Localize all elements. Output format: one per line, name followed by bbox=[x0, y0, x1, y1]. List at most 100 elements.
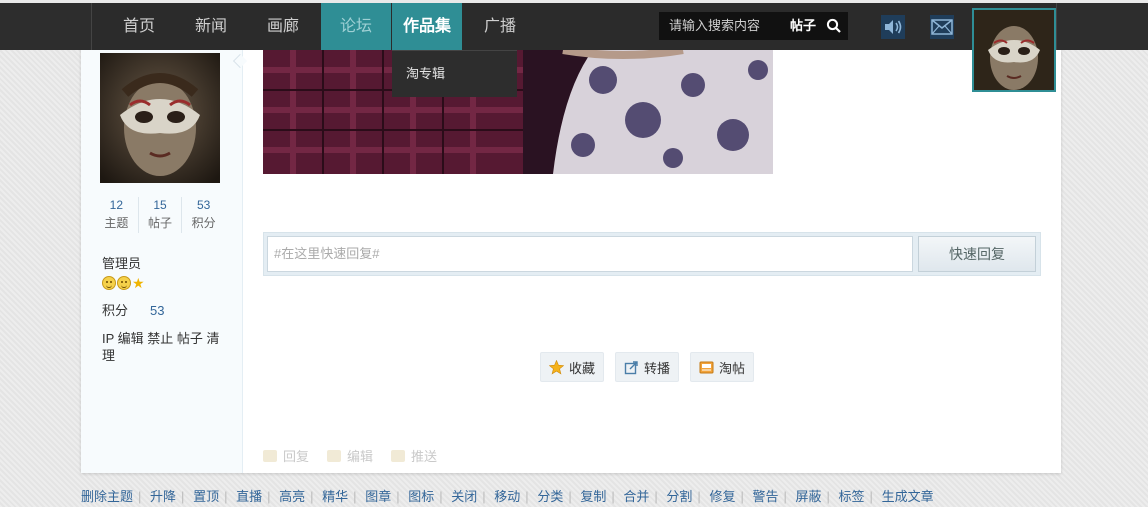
admin-links[interactable]: IP 编辑 禁止 帖子 清理 bbox=[102, 330, 232, 364]
mod-repair[interactable]: 修复 bbox=[709, 489, 735, 504]
edit-link[interactable]: 编辑 bbox=[327, 446, 373, 465]
smiley-badge-icon bbox=[117, 276, 131, 290]
mod-bump[interactable]: 升降 bbox=[150, 489, 176, 504]
separator: | bbox=[138, 489, 142, 504]
post-image bbox=[263, 50, 773, 174]
search-icon[interactable] bbox=[826, 18, 842, 34]
separator: | bbox=[482, 489, 486, 504]
post-footer-actions: 回复 编辑 推送 bbox=[263, 446, 437, 465]
separator: | bbox=[525, 489, 529, 504]
separator: | bbox=[783, 489, 787, 504]
separator: | bbox=[611, 489, 615, 504]
mod-icon[interactable]: 图标 bbox=[408, 489, 434, 504]
author-sidebar: 12 主题 15 帖子 53 积分 管理员 ★ 积分 53 IP 编辑 禁止 帖子… bbox=[81, 0, 248, 473]
reply-icon bbox=[263, 449, 277, 462]
user-badges: ★ bbox=[102, 276, 145, 290]
separator: | bbox=[654, 489, 658, 504]
nav-home[interactable]: 首页 bbox=[108, 3, 170, 50]
dropdown-item-album[interactable]: 淘专辑 bbox=[406, 51, 445, 97]
search-type-select[interactable]: 帖子 bbox=[790, 12, 816, 40]
stat-value: 53 bbox=[197, 198, 211, 212]
collect-label: 淘帖 bbox=[719, 360, 746, 376]
search-box[interactable]: 请输入搜索内容 帖子 bbox=[659, 12, 848, 40]
user-points: 积分 53 bbox=[102, 300, 164, 319]
nav-works[interactable]: 作品集 bbox=[392, 3, 462, 50]
author-avatar[interactable] bbox=[100, 53, 220, 183]
nav-inner: 首页 新闻 画廊 论坛 作品集 广播 请输入搜索内容 帖子 bbox=[91, 3, 1057, 50]
sidebar-pointer bbox=[232, 53, 248, 69]
stat-label: 帖子 bbox=[148, 216, 173, 230]
mod-move[interactable]: 移动 bbox=[494, 489, 520, 504]
moderation-bar: 删除主题 | 升降 | 置顶 | 直播 | 高亮 | 精华 | 图章 | 图标 | 关闭 | 移动… bbox=[81, 486, 934, 505]
reply-link[interactable]: 回复 bbox=[263, 446, 309, 465]
author-stats: 12 主题 15 帖子 53 积分 bbox=[95, 197, 225, 233]
mod-category[interactable]: 分类 bbox=[537, 489, 563, 504]
user-avatar[interactable] bbox=[972, 8, 1056, 92]
stat-points[interactable]: 53 积分 bbox=[181, 197, 225, 233]
favorite-button[interactable]: 收藏 bbox=[540, 352, 605, 382]
push-icon bbox=[391, 449, 406, 462]
star-badge-icon: ★ bbox=[132, 275, 145, 291]
collect-button[interactable]: 淘帖 bbox=[690, 352, 755, 382]
smiley-badge-icon bbox=[102, 276, 116, 290]
mod-merge[interactable]: 合并 bbox=[623, 489, 649, 504]
mod-stick[interactable]: 置顶 bbox=[193, 489, 219, 504]
post-actions: 收藏 转播 淘帖 bbox=[540, 352, 755, 382]
mod-copy[interactable]: 复制 bbox=[580, 489, 606, 504]
points-value: 53 bbox=[150, 303, 165, 318]
quick-reply-button[interactable]: 快速回复 bbox=[918, 236, 1036, 272]
share-label: 转播 bbox=[644, 360, 671, 376]
mod-warn[interactable]: 警告 bbox=[752, 489, 778, 504]
separator: | bbox=[181, 489, 185, 504]
separator: | bbox=[740, 489, 744, 504]
works-dropdown: 淘专辑 bbox=[392, 50, 517, 97]
nav-gallery[interactable]: 画廊 bbox=[252, 3, 314, 50]
nav-news[interactable]: 新闻 bbox=[180, 3, 242, 50]
mod-highlight[interactable]: 高亮 bbox=[279, 489, 305, 504]
stat-label: 积分 bbox=[191, 216, 216, 230]
favorite-label: 收藏 bbox=[569, 360, 596, 376]
separator: | bbox=[396, 489, 400, 504]
edit-icon bbox=[327, 449, 342, 462]
stat-label: 主题 bbox=[104, 216, 129, 230]
top-nav: 首页 新闻 画廊 论坛 作品集 广播 请输入搜索内容 帖子 bbox=[0, 0, 1148, 92]
search-input[interactable]: 请输入搜索内容 bbox=[669, 12, 760, 40]
separator: | bbox=[568, 489, 572, 504]
separator: | bbox=[353, 489, 357, 504]
separator: | bbox=[826, 489, 830, 504]
quick-reply: #在这里快速回复# 快速回复 bbox=[263, 232, 1041, 276]
mod-digest[interactable]: 精华 bbox=[322, 489, 348, 504]
separator: | bbox=[439, 489, 443, 504]
mod-split[interactable]: 分割 bbox=[666, 489, 692, 504]
post-card: 12 主题 15 帖子 53 积分 管理员 ★ 积分 53 IP 编辑 禁止 帖子… bbox=[81, 0, 1061, 473]
reply-label: 回复 bbox=[283, 449, 310, 464]
sound-icon[interactable] bbox=[881, 15, 905, 39]
mail-icon[interactable] bbox=[930, 15, 954, 39]
user-role[interactable]: 管理员 bbox=[102, 253, 141, 272]
push-link[interactable]: 推送 bbox=[391, 446, 437, 465]
share-button[interactable]: 转播 bbox=[615, 352, 680, 382]
nav-broadcast[interactable]: 广播 bbox=[470, 3, 530, 50]
points-label: 积分 bbox=[102, 303, 129, 318]
mod-stamp[interactable]: 图章 bbox=[365, 489, 391, 504]
separator: | bbox=[697, 489, 701, 504]
push-label: 推送 bbox=[411, 449, 438, 464]
quick-reply-input[interactable]: #在这里快速回复# bbox=[267, 236, 913, 272]
separator: | bbox=[310, 489, 314, 504]
mod-delete-topic[interactable]: 删除主题 bbox=[81, 489, 133, 504]
stat-value: 12 bbox=[109, 198, 124, 212]
collect-icon bbox=[699, 360, 714, 375]
nav-forum[interactable]: 论坛 bbox=[321, 3, 391, 50]
mod-live[interactable]: 直播 bbox=[236, 489, 262, 504]
separator: | bbox=[869, 489, 873, 504]
share-icon bbox=[624, 360, 639, 375]
stat-topics[interactable]: 12 主题 bbox=[95, 197, 138, 233]
mod-block[interactable]: 屏蔽 bbox=[796, 489, 822, 504]
mod-generate-article[interactable]: 生成文章 bbox=[882, 489, 934, 504]
edit-label: 编辑 bbox=[347, 449, 374, 464]
mod-close[interactable]: 关闭 bbox=[451, 489, 477, 504]
separator: | bbox=[267, 489, 271, 504]
stat-posts[interactable]: 15 帖子 bbox=[137, 197, 182, 233]
star-icon bbox=[549, 359, 564, 375]
mod-tags[interactable]: 标签 bbox=[839, 489, 865, 504]
